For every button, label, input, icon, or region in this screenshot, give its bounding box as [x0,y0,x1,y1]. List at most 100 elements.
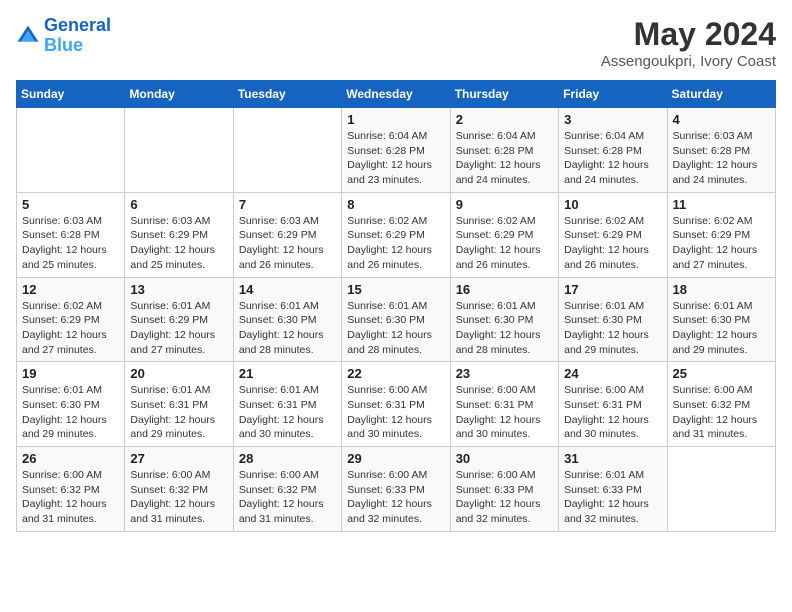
calendar-cell: 24Sunrise: 6:00 AM Sunset: 6:31 PM Dayli… [559,362,667,447]
calendar-cell: 30 Sunrise: 6:00 AM Sunset: 6:33 PM Dayli… [450,447,558,532]
calendar-cell: 5 Sunrise: 6:03 AM Sunset: 6:28 PM Daylig… [17,192,125,277]
day-info: Sunrise: 6:00 AM Sunset: 6:33 PM Dayligh… [347,468,444,527]
day-info: Sunrise: 6:03 AM Sunset: 6:29 PM Dayligh… [239,214,336,273]
calendar-cell: 9Sunrise: 6:02 AM Sunset: 6:29 PM Daylig… [450,192,558,277]
weekday-header: Friday [559,81,667,108]
day-info: Sunrise: 6:00 AM Sunset: 6:31 PM Dayligh… [456,383,553,442]
day-info: Sunrise: 6:02 AM Sunset: 6:29 PM Dayligh… [564,214,661,273]
day-info: Sunrise: 6:01 AM Sunset: 6:30 PM Dayligh… [673,299,770,358]
logo-icon [16,24,40,48]
day-number: 3 [564,112,661,127]
calendar-cell: 25 Sunrise: 6:00 AM Sunset: 6:32 PM Dayli… [667,362,775,447]
day-info: Sunrise: 6:00 AM Sunset: 6:31 PM Dayligh… [347,383,444,442]
page-header: General Blue May 2024 Assengoukpri, Ivor… [16,16,776,70]
calendar-cell: 2 Sunrise: 6:04 AM Sunset: 6:28 PM Daylig… [450,108,558,193]
day-info: Sunrise: 6:03 AM Sunset: 6:29 PM Dayligh… [130,214,227,273]
calendar-cell [667,447,775,532]
calendar-cell: 8 Sunrise: 6:02 AM Sunset: 6:29 PM Daylig… [342,192,450,277]
month-year: May 2024 [601,16,776,53]
day-number: 31 [564,451,661,466]
day-info: Sunrise: 6:02 AM Sunset: 6:29 PM Dayligh… [22,299,119,358]
calendar-cell [233,108,341,193]
weekday-header: Thursday [450,81,558,108]
weekday-header: Sunday [17,81,125,108]
calendar-cell: 11 Sunrise: 6:02 AM Sunset: 6:29 PM Dayli… [667,192,775,277]
logo-text: General Blue [44,16,111,56]
calendar-cell: 12 Sunrise: 6:02 AM Sunset: 6:29 PM Dayli… [17,277,125,362]
day-info: Sunrise: 6:00 AM Sunset: 6:32 PM Dayligh… [239,468,336,527]
day-number: 30 [456,451,553,466]
calendar-cell: 15 Sunrise: 6:01 AM Sunset: 6:30 PM Dayli… [342,277,450,362]
calendar-cell: 16Sunrise: 6:01 AM Sunset: 6:30 PM Dayli… [450,277,558,362]
calendar-cell: 4Sunrise: 6:03 AM Sunset: 6:28 PM Daylig… [667,108,775,193]
day-number: 24 [564,366,661,381]
day-number: 15 [347,282,444,297]
day-info: Sunrise: 6:01 AM Sunset: 6:30 PM Dayligh… [347,299,444,358]
calendar-cell: 20 Sunrise: 6:01 AM Sunset: 6:31 PM Dayli… [125,362,233,447]
calendar: SundayMondayTuesdayWednesdayThursdayFrid… [16,80,776,532]
day-number: 20 [130,366,227,381]
day-info: Sunrise: 6:00 AM Sunset: 6:32 PM Dayligh… [130,468,227,527]
calendar-week-row: 12 Sunrise: 6:02 AM Sunset: 6:29 PM Dayli… [17,277,776,362]
calendar-cell: 6Sunrise: 6:03 AM Sunset: 6:29 PM Daylig… [125,192,233,277]
day-number: 10 [564,197,661,212]
calendar-cell: 26 Sunrise: 6:00 AM Sunset: 6:32 PM Dayli… [17,447,125,532]
calendar-cell: 3Sunrise: 6:04 AM Sunset: 6:28 PM Daylig… [559,108,667,193]
calendar-cell: 17 Sunrise: 6:01 AM Sunset: 6:30 PM Dayli… [559,277,667,362]
day-number: 26 [22,451,119,466]
logo: General Blue [16,16,111,56]
day-number: 19 [22,366,119,381]
day-number: 23 [456,366,553,381]
day-number: 29 [347,451,444,466]
day-number: 17 [564,282,661,297]
day-number: 12 [22,282,119,297]
day-number: 2 [456,112,553,127]
weekday-header: Saturday [667,81,775,108]
calendar-cell: 18 Sunrise: 6:01 AM Sunset: 6:30 PM Dayli… [667,277,775,362]
day-number: 8 [347,197,444,212]
day-number: 27 [130,451,227,466]
day-info: Sunrise: 6:01 AM Sunset: 6:30 PM Dayligh… [564,299,661,358]
day-number: 18 [673,282,770,297]
day-number: 4 [673,112,770,127]
day-info: Sunrise: 6:04 AM Sunset: 6:28 PM Dayligh… [456,129,553,188]
day-info: Sunrise: 6:01 AM Sunset: 6:30 PM Dayligh… [22,383,119,442]
day-number: 25 [673,366,770,381]
day-info: Sunrise: 6:00 AM Sunset: 6:32 PM Dayligh… [673,383,770,442]
calendar-cell: 22Sunrise: 6:00 AM Sunset: 6:31 PM Dayli… [342,362,450,447]
day-info: Sunrise: 6:01 AM Sunset: 6:33 PM Dayligh… [564,468,661,527]
calendar-cell: 29 Sunrise: 6:00 AM Sunset: 6:33 PM Dayli… [342,447,450,532]
day-number: 1 [347,112,444,127]
weekday-header: Wednesday [342,81,450,108]
day-info: Sunrise: 6:01 AM Sunset: 6:31 PM Dayligh… [130,383,227,442]
calendar-cell: 21Sunrise: 6:01 AM Sunset: 6:31 PM Dayli… [233,362,341,447]
day-info: Sunrise: 6:02 AM Sunset: 6:29 PM Dayligh… [347,214,444,273]
weekday-header-row: SundayMondayTuesdayWednesdayThursdayFrid… [17,81,776,108]
calendar-cell: 13Sunrise: 6:01 AM Sunset: 6:29 PM Dayli… [125,277,233,362]
day-number: 7 [239,197,336,212]
day-info: Sunrise: 6:00 AM Sunset: 6:33 PM Dayligh… [456,468,553,527]
calendar-cell: 14 Sunrise: 6:01 AM Sunset: 6:30 PM Dayli… [233,277,341,362]
calendar-week-row: 19 Sunrise: 6:01 AM Sunset: 6:30 PM Dayli… [17,362,776,447]
day-info: Sunrise: 6:00 AM Sunset: 6:32 PM Dayligh… [22,468,119,527]
day-number: 28 [239,451,336,466]
calendar-cell: 27 Sunrise: 6:00 AM Sunset: 6:32 PM Dayli… [125,447,233,532]
calendar-cell: 1Sunrise: 6:04 AM Sunset: 6:28 PM Daylig… [342,108,450,193]
day-number: 5 [22,197,119,212]
calendar-cell: 7 Sunrise: 6:03 AM Sunset: 6:29 PM Daylig… [233,192,341,277]
calendar-cell: 10 Sunrise: 6:02 AM Sunset: 6:29 PM Dayli… [559,192,667,277]
day-number: 21 [239,366,336,381]
calendar-week-row: 5 Sunrise: 6:03 AM Sunset: 6:28 PM Daylig… [17,192,776,277]
calendar-cell [17,108,125,193]
day-number: 14 [239,282,336,297]
day-number: 16 [456,282,553,297]
calendar-week-row: 1 Sunrise: 6:04 AM Sunset: 6:28 PM Daylig… [17,108,776,193]
day-info: Sunrise: 6:02 AM Sunset: 6:29 PM Dayligh… [673,214,770,273]
calendar-cell: 31 Sunrise: 6:01 AM Sunset: 6:33 PM Dayli… [559,447,667,532]
day-info: Sunrise: 6:01 AM Sunset: 6:29 PM Dayligh… [130,299,227,358]
day-info: Sunrise: 6:02 AM Sunset: 6:29 PM Dayligh… [456,214,553,273]
calendar-week-row: 26 Sunrise: 6:00 AM Sunset: 6:32 PM Dayli… [17,447,776,532]
day-info: Sunrise: 6:03 AM Sunset: 6:28 PM Dayligh… [22,214,119,273]
day-number: 11 [673,197,770,212]
day-info: Sunrise: 6:01 AM Sunset: 6:30 PM Dayligh… [239,299,336,358]
